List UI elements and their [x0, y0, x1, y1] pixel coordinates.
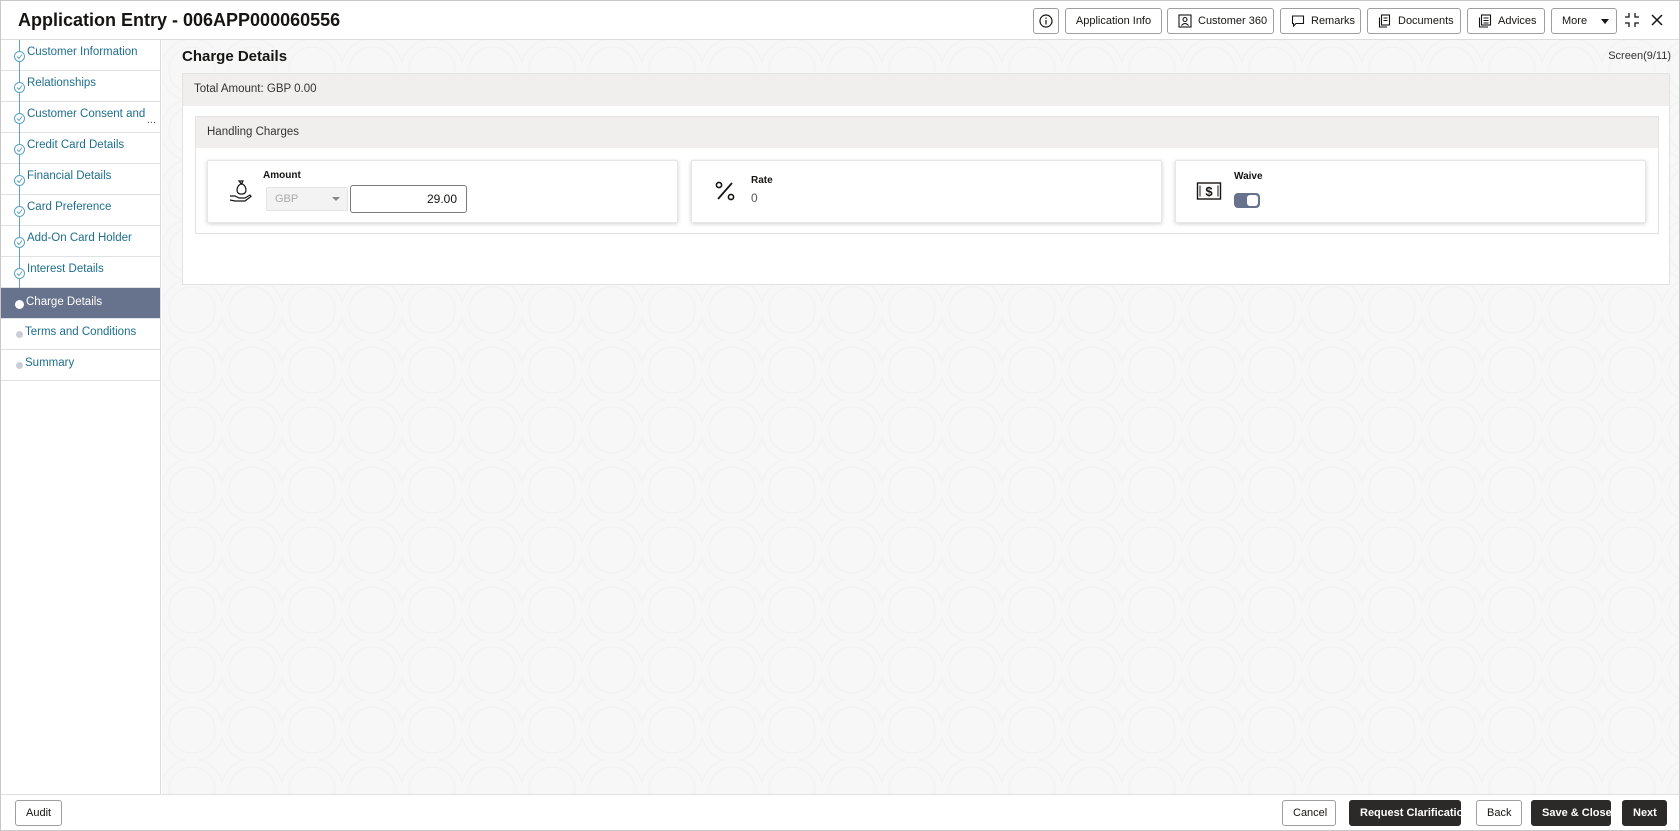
main-content: Charge Details Screen(9/11) Total Amount… — [162, 40, 1679, 794]
more-label: More — [1562, 15, 1588, 27]
completed-step-icon — [14, 144, 25, 155]
svg-text:$: $ — [1205, 184, 1213, 199]
completed-step-icon — [14, 268, 25, 279]
nav-item-customer-information[interactable]: Customer Information — [1, 40, 160, 71]
documents-label: Documents — [1398, 15, 1454, 27]
current-step-icon — [15, 300, 24, 309]
more-dropdown[interactable]: More — [1551, 8, 1617, 34]
handling-charges-title: Handling Charges — [207, 126, 300, 138]
completed-step-icon — [14, 113, 25, 124]
truncation-ellipsis: ... — [146, 114, 156, 126]
next-button[interactable]: Next — [1622, 800, 1667, 826]
nav-item-relationships[interactable]: Relationships — [1, 71, 160, 102]
page-title: Application Entry - 006APP000060556 — [18, 10, 341, 30]
advices-label: Advices — [1498, 15, 1537, 27]
back-button[interactable]: Back — [1476, 800, 1522, 826]
toggle-knob — [1247, 195, 1258, 206]
documents-button[interactable]: Documents — [1367, 8, 1461, 34]
customer-360-label: Customer 360 — [1198, 15, 1268, 27]
nav-item-credit-card-details[interactable]: Credit Card Details — [1, 133, 160, 164]
remarks-label: Remarks — [1311, 15, 1356, 27]
request-clarification-button[interactable]: Request Clarification — [1349, 800, 1470, 826]
nav-item-charge-details[interactable]: Charge Details — [1, 288, 160, 319]
charge-details-panel: Total Amount: GBP 0.00 Handling Charges … — [182, 73, 1670, 285]
pending-step-icon — [16, 331, 23, 338]
percent-icon — [715, 181, 735, 201]
application-window: Application Entry - 006APP000060556 Appl… — [0, 0, 1680, 831]
completed-step-icon — [14, 175, 25, 186]
advices-icon — [1478, 14, 1492, 28]
amount-input[interactable] — [350, 185, 467, 213]
info-icon — [1039, 14, 1053, 28]
save-and-close-button[interactable]: Save & Close — [1531, 800, 1612, 826]
nav-item-financial-details[interactable]: Financial Details — [1, 164, 160, 195]
amount-label: Amount — [263, 170, 301, 181]
pending-step-icon — [16, 362, 23, 369]
nav-item-card-preference[interactable]: Card Preference — [1, 195, 160, 226]
close-icon[interactable] — [1647, 10, 1667, 30]
completed-step-icon — [14, 51, 25, 62]
chevron-down-icon — [1601, 18, 1610, 24]
nav-item-add-on-card-holder[interactable]: Add-On Card Holder — [1, 226, 160, 257]
currency-select[interactable]: GBP — [266, 187, 348, 211]
rate-value: 0 — [751, 191, 758, 205]
chevron-down-icon — [332, 197, 340, 201]
rate-label: Rate — [751, 175, 773, 186]
nav-item-terms-and-conditions[interactable]: Terms and Conditions — [1, 319, 160, 350]
application-info-button[interactable]: Application Info — [1065, 8, 1162, 34]
speech-bubble-icon — [1291, 15, 1305, 28]
waive-card: $ Waive — [1175, 160, 1646, 223]
customer-360-button[interactable]: Customer 360 — [1167, 8, 1274, 34]
info-button[interactable] — [1033, 8, 1059, 34]
cancel-button[interactable]: Cancel — [1282, 800, 1336, 826]
total-amount: Total Amount: GBP 0.00 — [194, 83, 317, 95]
step-navigation: Customer Information Relationships Custo… — [1, 40, 161, 794]
section-title: Charge Details — [182, 48, 288, 65]
money-bag-hand-icon — [229, 180, 252, 202]
nav-item-summary[interactable]: Summary — [1, 350, 160, 381]
rate-card: Rate 0 — [691, 160, 1162, 223]
completed-step-icon — [14, 237, 25, 248]
remarks-button[interactable]: Remarks — [1280, 8, 1361, 34]
currency-value: GBP — [275, 193, 299, 205]
waive-toggle[interactable] — [1234, 193, 1260, 208]
header-bar: Application Entry - 006APP000060556 Appl… — [1, 1, 1679, 40]
completed-step-icon — [14, 206, 25, 217]
advices-button[interactable]: Advices — [1467, 8, 1545, 34]
minimize-icon[interactable] — [1622, 10, 1642, 30]
nav-item-interest-details[interactable]: Interest Details — [1, 257, 160, 288]
documents-icon — [1378, 14, 1391, 28]
total-amount-bar: Total Amount: GBP 0.00 — [183, 74, 1669, 106]
audit-button[interactable]: Audit — [15, 800, 62, 826]
footer-bar: Audit Cancel Request Clarification Back … — [1, 794, 1679, 830]
application-info-label: Application Info — [1075, 15, 1152, 27]
screen-counter: Screen(9/11) — [1608, 50, 1671, 62]
waive-label: Waive — [1234, 171, 1263, 182]
amount-card: Amount GBP — [207, 160, 678, 223]
completed-step-icon — [14, 82, 25, 93]
handling-charges-panel: Handling Charges Amount GBP 29.00 Rate 0… — [195, 116, 1659, 234]
dollar-bill-icon: $ — [1196, 182, 1222, 200]
nav-item-customer-consent[interactable]: Customer Consent and ... — [1, 102, 160, 133]
handling-charges-header: Handling Charges — [196, 117, 1658, 148]
customer-card-icon — [1178, 14, 1192, 28]
